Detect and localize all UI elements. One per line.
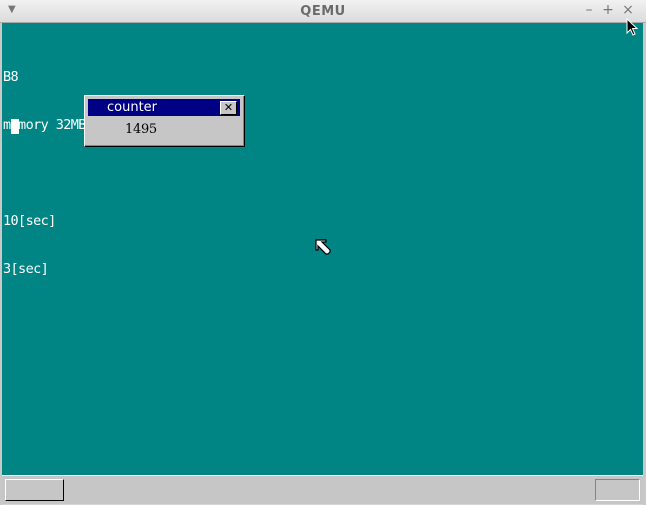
counter-window-titlebar[interactable]: counter ✕: [88, 99, 240, 116]
taskbar: [2, 475, 643, 504]
console-line: 10[sec]: [3, 213, 56, 229]
minimize-button[interactable]: –: [582, 2, 596, 18]
console-output: B8 memory 32MB free : 28680KB 10[sec] 3[…: [3, 37, 214, 309]
counter-value: 1495: [125, 122, 157, 137]
text-cursor: [11, 119, 19, 134]
window-title: QEMU: [300, 4, 346, 19]
host-cursor-icon: [626, 18, 639, 36]
counter-close-button[interactable]: ✕: [220, 101, 237, 115]
maximize-button[interactable]: +: [601, 2, 615, 18]
start-button[interactable]: [5, 479, 64, 501]
system-tray: [595, 479, 640, 501]
guest-screen[interactable]: B8 memory 32MB free : 28680KB 10[sec] 3[…: [2, 23, 643, 475]
counter-window-title: counter: [107, 100, 158, 115]
close-button[interactable]: ×: [621, 2, 635, 18]
console-line: 3[sec]: [3, 261, 49, 277]
qemu-titlebar: ▼ QEMU – + ×: [0, 0, 646, 23]
console-line: B8: [3, 69, 19, 85]
mouse-pointer-icon: [315, 239, 331, 255]
counter-window[interactable]: counter ✕ 1495: [84, 95, 245, 147]
